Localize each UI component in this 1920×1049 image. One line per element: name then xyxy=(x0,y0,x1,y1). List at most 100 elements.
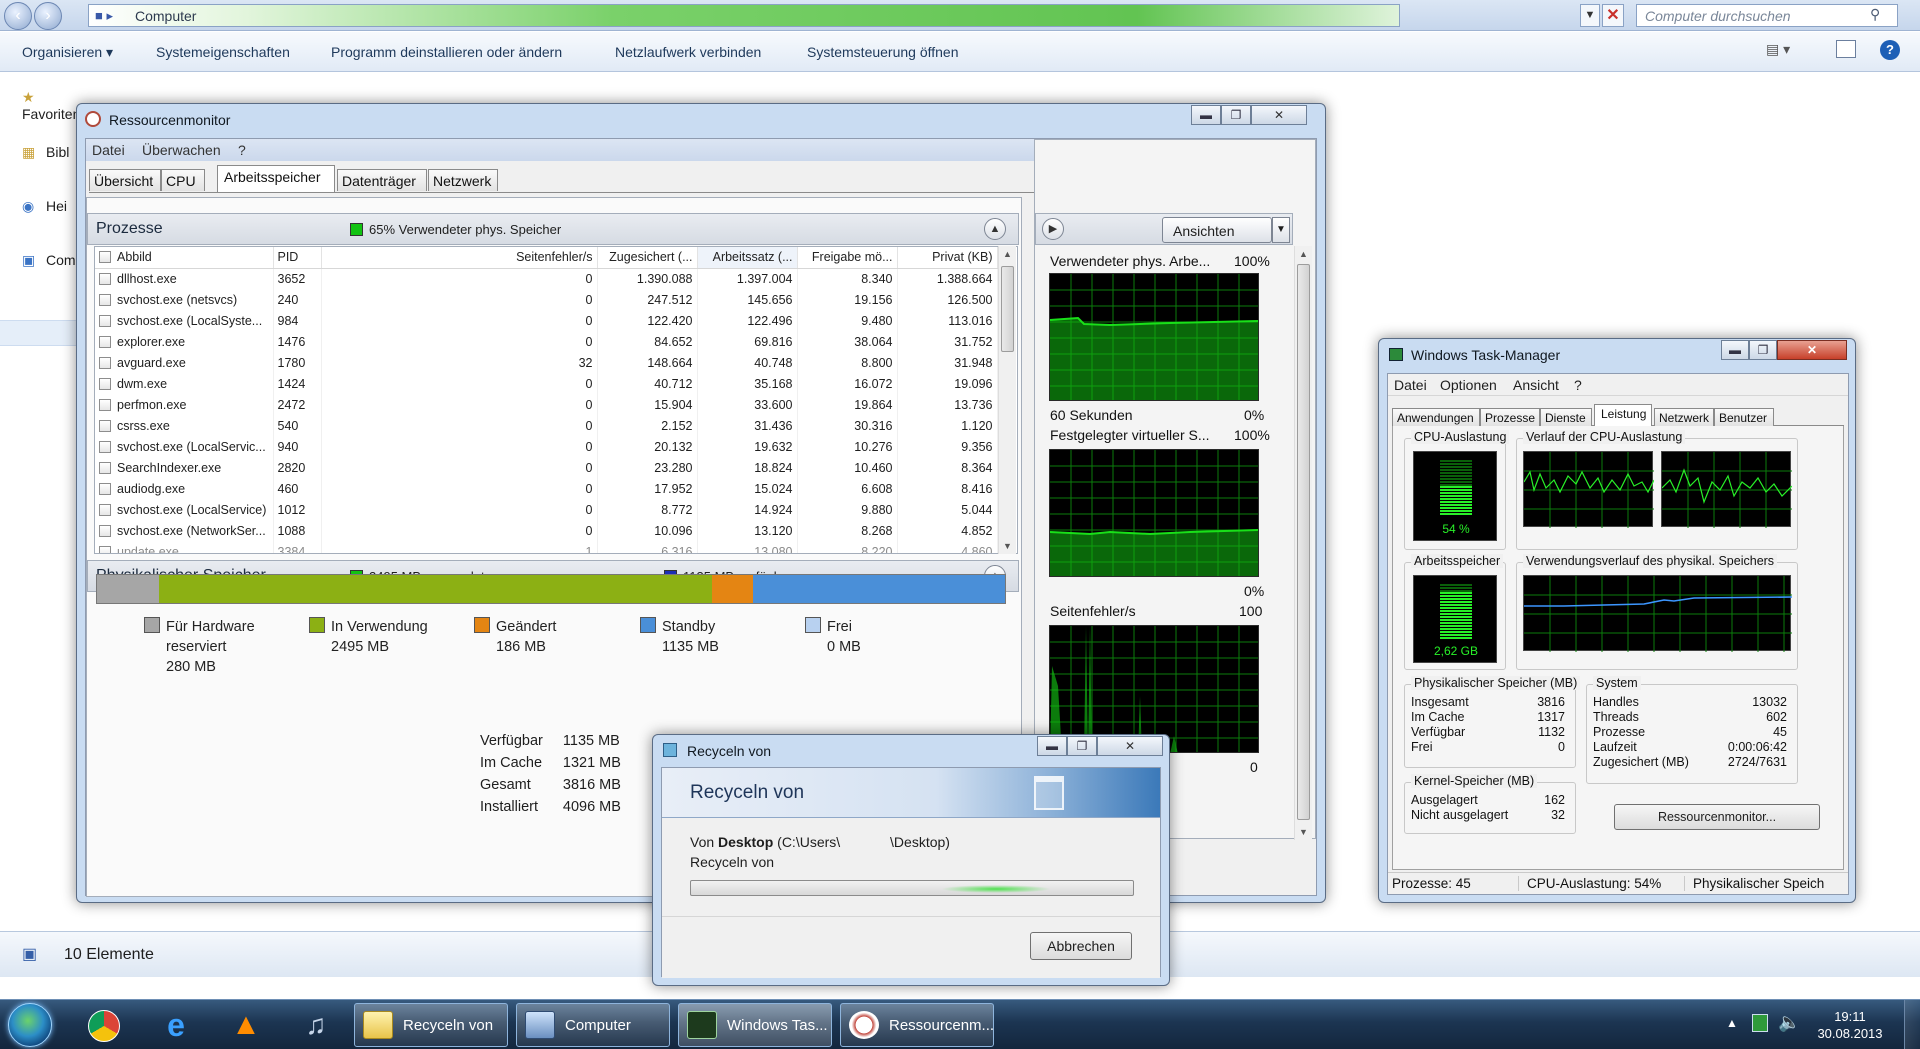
taskmgr-maximize-icon[interactable]: ❐ xyxy=(1749,340,1777,360)
process-checkbox[interactable] xyxy=(99,377,111,390)
select-all-checkbox[interactable] xyxy=(99,251,111,264)
clock[interactable]: 19:11 30.08.2013 xyxy=(1808,1008,1892,1042)
table-row[interactable]: perfmon.exe 2472 0 15.904 33.600 19.864 13.736 xyxy=(95,394,998,415)
recycle-titlebar[interactable]: Recyceln von ▬ ❐ ✕ xyxy=(653,735,1169,765)
process-checkbox[interactable] xyxy=(99,398,111,411)
back-icon[interactable]: ‹ xyxy=(4,2,32,30)
tm-menu-help[interactable]: ? xyxy=(1574,377,1582,393)
cancel-button[interactable]: Abbrechen xyxy=(1030,932,1132,960)
process-checkbox[interactable] xyxy=(99,293,111,306)
tab-cpu[interactable]: CPU xyxy=(161,169,205,191)
graph-scroll-thumb[interactable] xyxy=(1297,264,1310,820)
table-row[interactable]: svchost.exe (LocalServic... 940 0 20.132 19.… xyxy=(95,436,998,457)
col-arbeitssatz[interactable]: Arbeitssatz (... xyxy=(697,247,798,269)
tm-tab-netzwerk[interactable]: Netzwerk xyxy=(1654,408,1714,426)
tm-menu-ansicht[interactable]: Ansicht xyxy=(1513,377,1559,393)
col-abbild[interactable]: Abbild xyxy=(95,247,274,269)
collapse-processes-icon[interactable]: ▲ xyxy=(984,218,1006,240)
tab-netzwerk[interactable]: Netzwerk xyxy=(428,169,498,191)
show-desktop-button[interactable] xyxy=(1904,1000,1920,1049)
task-recycle[interactable]: Recyceln von xyxy=(354,1003,508,1047)
col-zugesichert[interactable]: Zugesichert (... xyxy=(597,247,698,269)
process-checkbox[interactable] xyxy=(99,503,111,516)
system-properties-button[interactable]: Systemeigenschaften xyxy=(156,44,290,60)
view-options-icon[interactable]: ▤ ▾ xyxy=(1766,41,1790,58)
graph-scroll-up-icon[interactable]: ▲ xyxy=(1295,246,1312,262)
maximize-icon[interactable]: ❐ xyxy=(1221,105,1251,125)
graph-scroll-down-icon[interactable]: ▼ xyxy=(1295,824,1312,840)
table-row[interactable]: dllhost.exe 3652 0 1.390.088 1.397.004 8.340 1… xyxy=(95,268,998,289)
process-checkbox[interactable] xyxy=(99,419,111,432)
table-row[interactable]: svchost.exe (NetworkSer... 1088 0 10.096 13.… xyxy=(95,520,998,541)
tm-tab-prozesse[interactable]: Prozesse xyxy=(1480,408,1540,426)
task-resmon[interactable]: Ressourcenm... xyxy=(840,1003,994,1047)
graph-scrollbar[interactable]: ▲ ▼ xyxy=(1294,246,1312,840)
table-row[interactable]: update.exe 3384 1 6.316 13.080 8.220 4.860 xyxy=(95,541,998,553)
start-button-icon[interactable] xyxy=(8,1003,52,1047)
tm-tab-leistung[interactable]: Leistung xyxy=(1594,404,1652,426)
tm-tab-dienste[interactable]: Dienste xyxy=(1540,408,1592,426)
processes-header[interactable]: Prozesse 65% Verwendeter phys. Speicher … xyxy=(87,213,1019,245)
menu-help[interactable]: ? xyxy=(238,142,246,158)
process-checkbox[interactable] xyxy=(99,272,111,285)
col-seitenfehler[interactable]: Seitenfehler/s xyxy=(321,247,598,269)
menu-ueberwachen[interactable]: Überwachen xyxy=(142,142,221,158)
task-task-manager[interactable]: Windows Tas... xyxy=(678,1003,832,1047)
nav-computer[interactable]: ▣ Com xyxy=(22,252,76,269)
views-button[interactable]: Ansichten xyxy=(1162,217,1272,243)
map-network-drive-button[interactable]: Netzlaufwerk verbinden xyxy=(615,44,761,60)
resmon-titlebar[interactable]: Ressourcenmonitor ▬ ❐ ✕ xyxy=(77,104,1325,134)
process-checkbox[interactable] xyxy=(99,335,111,348)
preview-pane-icon[interactable] xyxy=(1836,40,1856,58)
tm-menu-datei[interactable]: Datei xyxy=(1394,377,1427,393)
scroll-down-icon[interactable]: ▼ xyxy=(999,538,1016,554)
nav-favorites[interactable]: ★Favoriten xyxy=(22,89,80,122)
taskmgr-close-icon[interactable]: ✕ xyxy=(1777,340,1847,360)
process-checkbox[interactable] xyxy=(99,524,111,537)
table-row[interactable]: svchost.exe (netsvcs) 240 0 247.512 145.656 1… xyxy=(95,289,998,310)
close-icon[interactable]: ✕ xyxy=(1251,105,1307,125)
task-computer[interactable]: Computer xyxy=(516,1003,670,1047)
table-row[interactable]: svchost.exe (LocalService) 1012 0 8.772 14.9… xyxy=(95,499,998,520)
search-icon[interactable]: ⚲ xyxy=(1870,6,1880,23)
process-checkbox[interactable] xyxy=(99,482,111,495)
nav-homegroup[interactable]: ◉ Hei xyxy=(22,198,67,215)
tm-menu-optionen[interactable]: Optionen xyxy=(1440,377,1497,393)
help-icon[interactable]: ? xyxy=(1880,40,1900,60)
stop-icon[interactable]: ✕ xyxy=(1602,4,1624,27)
process-scrollbar[interactable]: ▲ ▼ xyxy=(998,246,1016,554)
col-privat[interactable]: Privat (KB) xyxy=(897,247,998,269)
media-player-icon[interactable]: ♫ xyxy=(288,1005,344,1045)
process-scroll-thumb[interactable] xyxy=(1001,266,1014,352)
table-row[interactable]: SearchIndexer.exe 2820 0 23.280 18.824 10.460… xyxy=(95,457,998,478)
recycle-minimize-icon[interactable]: ▬ xyxy=(1037,736,1067,756)
table-row[interactable]: explorer.exe 1476 0 84.652 69.816 38.064 31.75… xyxy=(95,331,998,352)
network-icon[interactable] xyxy=(1752,1014,1768,1032)
scroll-up-icon[interactable]: ▲ xyxy=(999,246,1016,262)
organize-menu[interactable]: Organisieren ▾ xyxy=(22,44,113,61)
process-checkbox[interactable] xyxy=(99,314,111,327)
forward-icon[interactable]: › xyxy=(34,2,62,30)
process-checkbox[interactable] xyxy=(99,440,111,453)
table-row[interactable]: csrss.exe 540 0 2.152 31.436 30.316 1.120 xyxy=(95,415,998,436)
resource-monitor-button[interactable]: Ressourcenmonitor... xyxy=(1614,804,1820,830)
address-bar[interactable]: ■ ▸ Computer xyxy=(88,4,1400,27)
open-control-panel-button[interactable]: Systemsteuerung öffnen xyxy=(807,44,959,60)
uninstall-program-button[interactable]: Programm deinstallieren oder ändern xyxy=(331,44,562,60)
table-row[interactable]: dwm.exe 1424 0 40.712 35.168 16.072 19.096 xyxy=(95,373,998,394)
tab-datentraeger[interactable]: Datenträger xyxy=(337,169,427,191)
nav-libraries[interactable]: ▦ Bibl xyxy=(22,144,69,161)
tm-tab-anwendungen[interactable]: Anwendungen xyxy=(1392,408,1480,426)
vlc-icon[interactable]: ▲ xyxy=(218,1005,274,1045)
process-checkbox[interactable] xyxy=(99,461,111,474)
internet-explorer-icon[interactable]: e xyxy=(148,1005,204,1045)
tab-uebersicht[interactable]: Übersicht xyxy=(89,169,161,191)
table-row[interactable]: svchost.exe (LocalSyste... 984 0 122.420 122… xyxy=(95,310,998,331)
taskmgr-titlebar[interactable]: Windows Task-Manager ▬ ❐ ✕ xyxy=(1379,339,1855,369)
search-input[interactable]: Computer durchsuchen xyxy=(1636,4,1898,27)
table-row[interactable]: audiodg.exe 460 0 17.952 15.024 6.608 8.416 xyxy=(95,478,998,499)
recycle-close-icon[interactable]: ✕ xyxy=(1097,736,1163,756)
menu-datei[interactable]: Datei xyxy=(92,142,125,158)
col-pid[interactable]: PID xyxy=(273,247,322,269)
col-freigabe[interactable]: Freigabe mö... xyxy=(797,247,898,269)
